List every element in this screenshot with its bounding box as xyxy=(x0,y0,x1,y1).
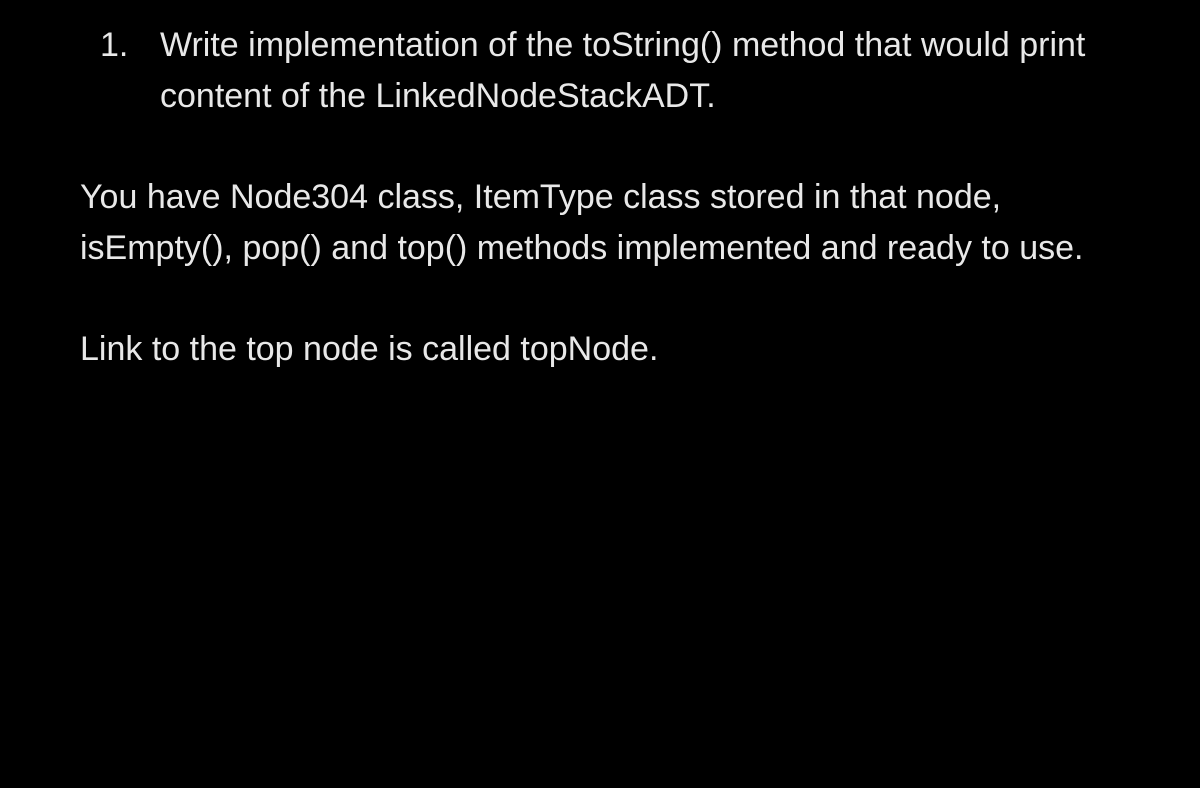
list-content: Write implementation of the toString() m… xyxy=(160,20,1120,122)
numbered-list-item: 1. Write implementation of the toString(… xyxy=(80,20,1120,122)
paragraph-hint: Link to the top node is called topNode. xyxy=(80,324,1120,375)
paragraph-context: You have Node304 class, ItemType class s… xyxy=(80,172,1120,274)
list-number: 1. xyxy=(100,20,160,122)
